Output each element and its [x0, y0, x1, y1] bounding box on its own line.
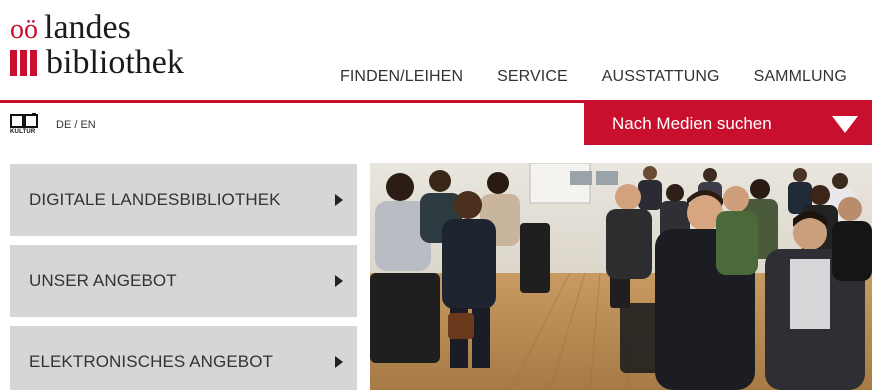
- logo-top-line: oö landes: [10, 9, 184, 46]
- nav-item-ausstattung[interactable]: AUSSTATTUNG: [602, 68, 720, 86]
- main-nav: FINDEN/LEIHEN SERVICE AUSSTATTUNG SAMMLU…: [340, 68, 847, 86]
- kultur-label: KULTUR: [10, 129, 36, 135]
- nav-item-sammlung[interactable]: SAMMLUNG: [754, 68, 847, 86]
- logo-prefix: oö: [10, 14, 38, 45]
- menu-tile-elektronisches-angebot[interactable]: ELEKTRONISCHES ANGEBOT: [10, 326, 357, 390]
- menu-tile-digitale-landesbibliothek[interactable]: DIGITALE LANDESBIBLIOTHEK: [10, 164, 357, 236]
- menu-tile-label: DIGITALE LANDESBIBLIOTHEK: [29, 190, 281, 209]
- site-logo[interactable]: oö landes bibliothek: [10, 9, 184, 80]
- logo-bars-icon: [10, 50, 40, 76]
- menu-tile-label: ELEKTRONISCHES ANGEBOT: [29, 352, 274, 371]
- media-search-button[interactable]: Nach Medien suchen: [584, 103, 872, 145]
- hero-photo[interactable]: [370, 163, 872, 390]
- chevron-right-icon: [335, 275, 343, 287]
- chevron-down-icon: [832, 116, 858, 133]
- hero-photo-illustration: [370, 163, 872, 390]
- logo-bottom-line: bibliothek: [10, 46, 184, 80]
- logo-word-bibliothek: bibliothek: [46, 44, 184, 81]
- chevron-right-icon: [335, 356, 343, 368]
- menu-tile-label: UNSER ANGEBOT: [29, 271, 177, 290]
- chevron-right-icon: [335, 194, 343, 206]
- media-search-label: Nach Medien suchen: [612, 114, 772, 133]
- logo-word-landes: landes: [44, 9, 131, 46]
- language-switch[interactable]: DE / EN: [56, 119, 96, 131]
- nav-item-service[interactable]: SERVICE: [497, 68, 568, 86]
- nav-item-finden-leihen[interactable]: FINDEN/LEIHEN: [340, 68, 463, 86]
- menu-tile-unser-angebot[interactable]: UNSER ANGEBOT: [10, 245, 357, 317]
